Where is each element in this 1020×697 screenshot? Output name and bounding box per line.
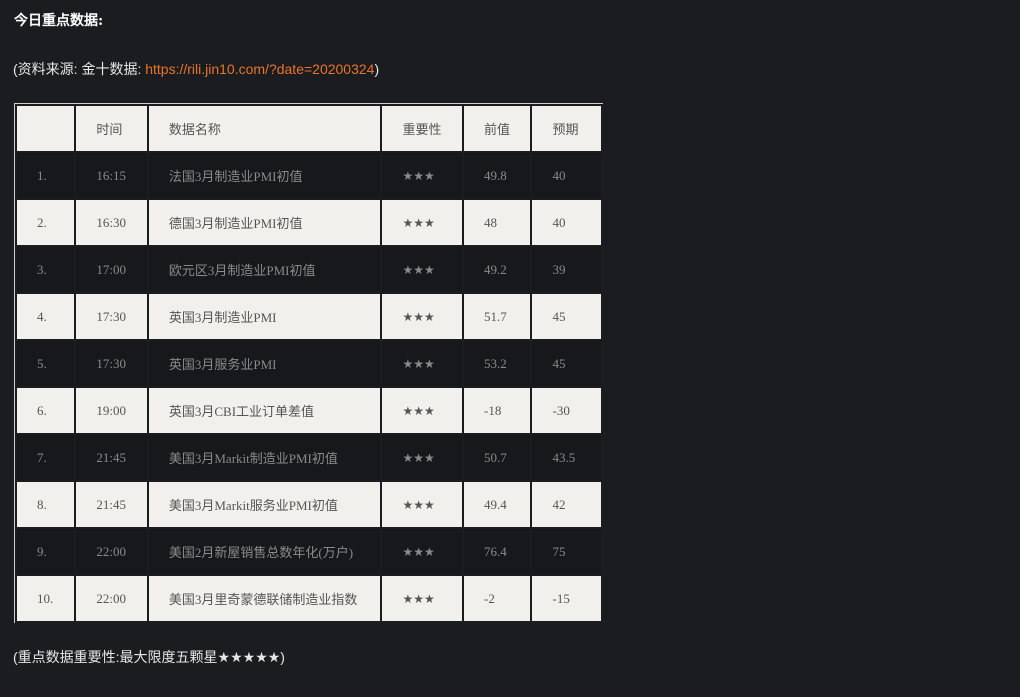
header-time: 时间 bbox=[76, 106, 147, 151]
row-index: 2. bbox=[17, 200, 75, 245]
source-line: (资料来源: 金十数据: https://rili.jin10.com/?dat… bbox=[13, 59, 379, 79]
row-importance: ★★★ bbox=[382, 294, 463, 339]
page-heading: 今日重点数据: bbox=[14, 13, 104, 29]
row-importance: ★★★ bbox=[382, 200, 463, 245]
row-importance: ★★★ bbox=[382, 482, 463, 527]
row-name: 美国3月Markit服务业PMI初值 bbox=[148, 482, 381, 527]
row-index: 9. bbox=[17, 529, 75, 574]
row-forecast: 40 bbox=[532, 200, 601, 245]
row-importance: ★★★ bbox=[382, 153, 463, 198]
row-name: 美国3月里奇蒙德联储制造业指数 bbox=[148, 576, 381, 621]
row-index: 10. bbox=[17, 576, 75, 621]
data-table-container: 时间 数据名称 重要性 前值 预期 1. 16:15 法国3月制造业PMI初值 ★★★… bbox=[14, 103, 603, 623]
source-prefix: (资料来源: 金十数据: bbox=[13, 61, 146, 77]
row-name: 欧元区3月制造业PMI初值 bbox=[148, 247, 381, 292]
row-index: 3. bbox=[17, 247, 75, 292]
table-row: 9. 22:00 美国2月新屋销售总数年化(万户) ★★★ 76.4 75 bbox=[17, 529, 601, 574]
row-name: 美国2月新屋销售总数年化(万户) bbox=[148, 529, 381, 574]
row-forecast: 42 bbox=[532, 482, 601, 527]
data-table: 时间 数据名称 重要性 前值 预期 1. 16:15 法国3月制造业PMI初值 ★★★… bbox=[15, 104, 603, 623]
row-importance: ★★★ bbox=[382, 529, 463, 574]
row-previous: -2 bbox=[464, 576, 531, 621]
table-header-row: 时间 数据名称 重要性 前值 预期 bbox=[17, 106, 601, 151]
row-previous: 50.7 bbox=[464, 435, 531, 480]
row-importance: ★★★ bbox=[382, 247, 463, 292]
row-time: 21:45 bbox=[76, 482, 147, 527]
row-importance: ★★★ bbox=[382, 341, 463, 386]
row-time: 22:00 bbox=[76, 576, 147, 621]
row-name: 英国3月服务业PMI bbox=[148, 341, 381, 386]
row-previous: 49.8 bbox=[464, 153, 531, 198]
row-time: 17:00 bbox=[76, 247, 147, 292]
header-previous: 前值 bbox=[464, 106, 531, 151]
row-index: 6. bbox=[17, 388, 75, 433]
row-index: 7. bbox=[17, 435, 75, 480]
row-forecast: 45 bbox=[532, 294, 601, 339]
row-name: 英国3月制造业PMI bbox=[148, 294, 381, 339]
row-time: 17:30 bbox=[76, 294, 147, 339]
row-previous: 76.4 bbox=[464, 529, 531, 574]
row-previous: 53.2 bbox=[464, 341, 531, 386]
row-name: 德国3月制造业PMI初值 bbox=[148, 200, 381, 245]
header-forecast: 预期 bbox=[532, 106, 601, 151]
header-importance: 重要性 bbox=[382, 106, 463, 151]
row-previous: 49.4 bbox=[464, 482, 531, 527]
row-previous: 49.2 bbox=[464, 247, 531, 292]
row-name: 英国3月CBI工业订单差值 bbox=[148, 388, 381, 433]
row-index: 4. bbox=[17, 294, 75, 339]
row-forecast: 39 bbox=[532, 247, 601, 292]
table-row: 5. 17:30 英国3月服务业PMI ★★★ 53.2 45 bbox=[17, 341, 601, 386]
row-importance: ★★★ bbox=[382, 388, 463, 433]
row-name: 法国3月制造业PMI初值 bbox=[148, 153, 381, 198]
row-importance: ★★★ bbox=[382, 435, 463, 480]
row-forecast: 45 bbox=[532, 341, 601, 386]
table-row: 1. 16:15 法国3月制造业PMI初值 ★★★ 49.8 40 bbox=[17, 153, 601, 198]
row-time: 17:30 bbox=[76, 341, 147, 386]
table-row: 10. 22:00 美国3月里奇蒙德联储制造业指数 ★★★ -2 -15 bbox=[17, 576, 601, 621]
table-row: 4. 17:30 英国3月制造业PMI ★★★ 51.7 45 bbox=[17, 294, 601, 339]
importance-footnote: (重点数据重要性:最大限度五颗星★★★★★) bbox=[13, 649, 285, 665]
row-previous: -18 bbox=[464, 388, 531, 433]
table-row: 2. 16:30 德国3月制造业PMI初值 ★★★ 48 40 bbox=[17, 200, 601, 245]
row-time: 16:15 bbox=[76, 153, 147, 198]
row-forecast: 43.5 bbox=[532, 435, 601, 480]
table-row: 8. 21:45 美国3月Markit服务业PMI初值 ★★★ 49.4 42 bbox=[17, 482, 601, 527]
row-time: 16:30 bbox=[76, 200, 147, 245]
header-index bbox=[17, 106, 75, 151]
table-row: 6. 19:00 英国3月CBI工业订单差值 ★★★ -18 -30 bbox=[17, 388, 601, 433]
row-time: 19:00 bbox=[76, 388, 147, 433]
table-row: 7. 21:45 美国3月Markit制造业PMI初值 ★★★ 50.7 43.5 bbox=[17, 435, 601, 480]
row-previous: 48 bbox=[464, 200, 531, 245]
table-body: 1. 16:15 法国3月制造业PMI初值 ★★★ 49.8 40 2. 16:30 德国3月制… bbox=[17, 153, 601, 621]
source-suffix: ) bbox=[374, 61, 380, 77]
row-index: 8. bbox=[17, 482, 75, 527]
source-link[interactable]: https://rili.jin10.com/?date=20200324 bbox=[145, 61, 374, 77]
row-forecast: 75 bbox=[532, 529, 601, 574]
row-time: 22:00 bbox=[76, 529, 147, 574]
row-forecast: -15 bbox=[532, 576, 601, 621]
row-previous: 51.7 bbox=[464, 294, 531, 339]
row-index: 1. bbox=[17, 153, 75, 198]
row-index: 5. bbox=[17, 341, 75, 386]
row-importance: ★★★ bbox=[382, 576, 463, 621]
row-forecast: 40 bbox=[532, 153, 601, 198]
row-time: 21:45 bbox=[76, 435, 147, 480]
header-name: 数据名称 bbox=[148, 106, 381, 151]
row-forecast: -30 bbox=[532, 388, 601, 433]
row-name: 美国3月Markit制造业PMI初值 bbox=[148, 435, 381, 480]
table-row: 3. 17:00 欧元区3月制造业PMI初值 ★★★ 49.2 39 bbox=[17, 247, 601, 292]
